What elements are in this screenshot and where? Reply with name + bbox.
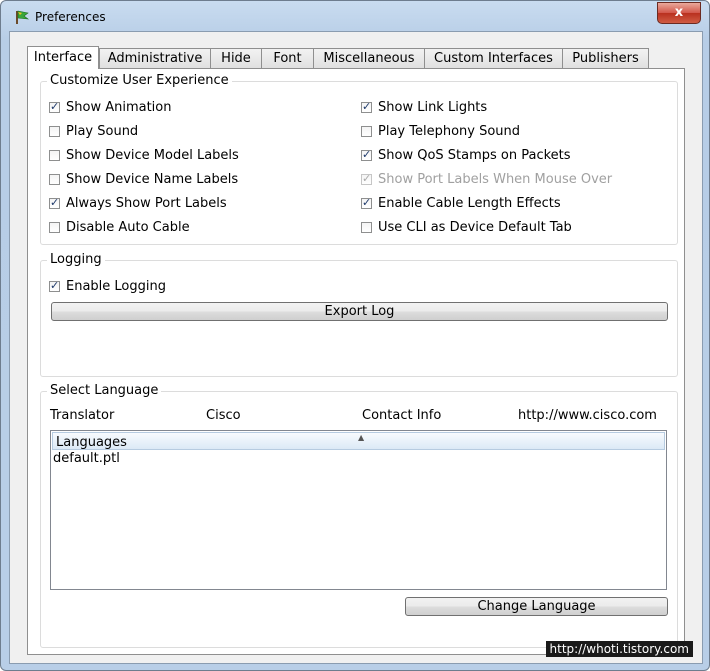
change-language-button[interactable]: Change Language (405, 597, 668, 616)
checkbox-label: Play Sound (66, 124, 139, 139)
sort-ascending-icon: ▲ (358, 433, 365, 442)
languages-column-header[interactable]: Languages ▲ (52, 432, 665, 450)
checkbox-label: Show Device Name Labels (66, 172, 239, 187)
checkbox-label: Show Link Lights (378, 100, 488, 115)
watermark-text: http://whoti.tistory.com (545, 641, 693, 657)
checkbox-label: Enable Cable Length Effects (378, 196, 561, 211)
interface-tab-panel: Customize User Experience Show Animation… (27, 68, 685, 655)
languages-list[interactable]: Languages ▲ default.ptl (50, 430, 667, 590)
checkbox-label: Show QoS Stamps on Packets (378, 148, 571, 163)
checkbox-box (361, 196, 372, 209)
show-device-model-labels-checkbox[interactable]: Show Device Model Labels (49, 148, 239, 163)
disable-auto-cable-checkbox[interactable]: Disable Auto Cable (49, 220, 190, 235)
tab-custom-interfaces[interactable]: Custom Interfaces (424, 48, 563, 68)
select-language-group: Select Language Translator Cisco Contact… (40, 383, 678, 648)
tab-label: Font (273, 51, 302, 66)
preferences-window: Preferences x Interface Administrative H… (0, 0, 710, 671)
contact-info-value: http://www.cisco.com (518, 408, 657, 423)
translator-value: Cisco (206, 408, 241, 423)
checkbox-box (361, 100, 372, 113)
checkbox-box (49, 100, 60, 113)
play-telephony-sound-checkbox[interactable]: Play Telephony Sound (361, 124, 520, 139)
checkbox-label: Enable Logging (66, 279, 166, 294)
play-sound-checkbox[interactable]: Play Sound (49, 124, 138, 139)
tab-miscellaneous[interactable]: Miscellaneous (313, 48, 425, 68)
enable-logging-checkbox[interactable]: Enable Logging (49, 279, 166, 294)
use-cli-default-tab-checkbox[interactable]: Use CLI as Device Default Tab (361, 220, 572, 235)
always-show-port-labels-checkbox[interactable]: Always Show Port Labels (49, 196, 227, 211)
list-item[interactable]: default.ptl (51, 450, 666, 468)
group-legend: Select Language (47, 383, 162, 398)
checkbox-label: Show Port Labels When Mouse Over (378, 172, 613, 187)
customize-user-experience-group: Customize User Experience Show Animation… (40, 73, 678, 245)
checkbox-box (361, 222, 372, 233)
tab-administrative[interactable]: Administrative (99, 48, 211, 68)
tab-hide[interactable]: Hide (210, 48, 262, 68)
checkbox-label: Play Telephony Sound (378, 124, 521, 139)
tab-label: Hide (221, 51, 251, 66)
translator-label: Translator (50, 408, 115, 423)
logging-group: Logging Enable Logging Export Log (40, 252, 678, 377)
checkbox-label: Always Show Port Labels (66, 196, 227, 211)
tab-font[interactable]: Font (261, 48, 314, 68)
tab-interface[interactable]: Interface (27, 46, 99, 69)
column-header-label: Languages (56, 435, 127, 450)
show-animation-checkbox[interactable]: Show Animation (49, 100, 172, 115)
packet-tracer-app-icon (16, 10, 29, 24)
enable-cable-length-effects-checkbox[interactable]: Enable Cable Length Effects (361, 196, 561, 211)
tab-label: Interface (33, 50, 93, 65)
tab-label: Custom Interfaces (434, 51, 553, 66)
export-log-button[interactable]: Export Log (51, 302, 668, 321)
checkbox-label: Use CLI as Device Default Tab (378, 220, 572, 235)
checkbox-box (49, 126, 60, 137)
checkbox-label: Disable Auto Cable (66, 220, 190, 235)
checkbox-box (49, 196, 60, 209)
tab-publishers[interactable]: Publishers (562, 48, 649, 68)
checkbox-box (361, 172, 372, 185)
checkbox-box (361, 126, 372, 137)
close-icon: x (674, 5, 684, 20)
checkbox-label: Show Animation (66, 100, 172, 115)
show-port-labels-mouse-over-checkbox: Show Port Labels When Mouse Over (361, 172, 612, 187)
window-title: Preferences (35, 10, 106, 24)
show-device-name-labels-checkbox[interactable]: Show Device Name Labels (49, 172, 238, 187)
checkbox-box (49, 279, 60, 292)
client-area: Interface Administrative Hide Font Misce… (9, 31, 703, 664)
checkbox-box (49, 174, 60, 185)
tab-label: Publishers (572, 51, 639, 66)
checkbox-box (361, 148, 372, 161)
title-bar[interactable]: Preferences x (1, 1, 709, 33)
group-legend: Logging (47, 252, 105, 267)
show-link-lights-checkbox[interactable]: Show Link Lights (361, 100, 487, 115)
contact-info-label: Contact Info (362, 408, 442, 423)
tab-label: Administrative (107, 51, 203, 66)
show-qos-stamps-checkbox[interactable]: Show QoS Stamps on Packets (361, 148, 571, 163)
tab-label: Miscellaneous (323, 51, 415, 66)
checkbox-label: Show Device Model Labels (66, 148, 239, 163)
checkbox-box (49, 222, 60, 233)
group-legend: Customize User Experience (47, 73, 232, 88)
checkbox-box (49, 150, 60, 161)
close-button[interactable]: x (657, 2, 701, 24)
